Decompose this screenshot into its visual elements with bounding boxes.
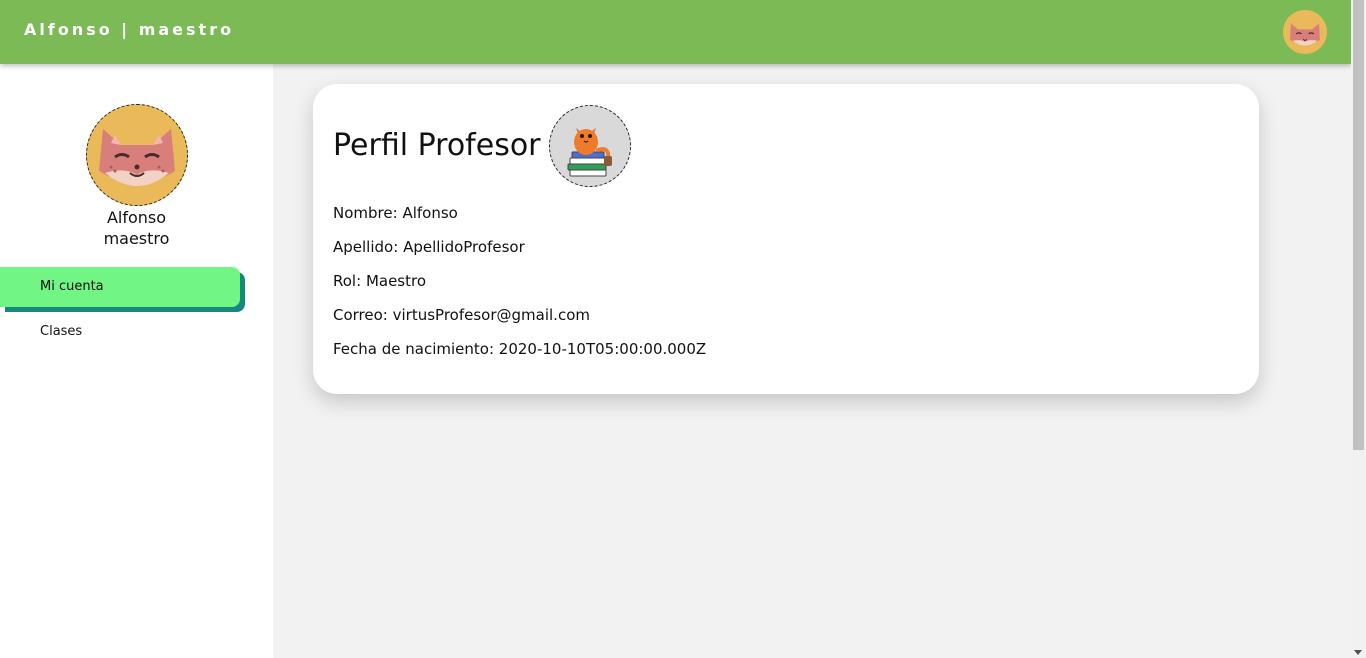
cat-avatar-icon	[87, 105, 187, 205]
field-nombre: Nombre: Alfonso	[333, 204, 458, 222]
cat-avatar-icon	[1283, 10, 1327, 54]
scroll-down-arrow-icon[interactable]	[1354, 650, 1362, 655]
sidebar-user-role: maestro	[103, 229, 170, 248]
field-label: Correo:	[333, 306, 388, 324]
field-value: Alfonso	[402, 204, 458, 222]
page-title: Perfil Profesor	[333, 128, 541, 163]
field-value: 2020-10-10T05:00:00.000Z	[498, 340, 707, 358]
sidebar-item-label: Clases	[40, 324, 83, 339]
page: Alfonso | maestro Alfonso maestro Mi cue…	[0, 0, 1366, 658]
field-label: Fecha de nacimiento:	[333, 340, 495, 358]
profile-card: Perfil Profesor Nombre: Alfonso Apellido…	[313, 84, 1259, 394]
field-correo: Correo: virtusProfesor@gmail.com	[333, 306, 590, 324]
field-value: Maestro	[365, 272, 427, 290]
sidebar-item-mi-cuenta[interactable]: Mi cuenta	[0, 267, 240, 307]
sidebar-item-label: Mi cuenta	[40, 279, 104, 294]
field-value: virtusProfesor@gmail.com	[392, 306, 590, 324]
top-bar: Alfonso | maestro	[0, 0, 1351, 64]
field-label: Rol:	[333, 272, 362, 290]
sidebar: Alfonso maestro Mi cuenta Clases	[0, 64, 273, 658]
sidebar-user-name: Alfonso maestro	[0, 207, 273, 249]
sidebar-user-first: Alfonso	[106, 208, 167, 227]
cat-with-books-icon	[550, 106, 630, 186]
app-title: Alfonso | maestro	[24, 20, 235, 39]
scrollbar-thumb[interactable]	[1353, 0, 1364, 450]
sidebar-item-clases[interactable]: Clases	[0, 312, 240, 352]
field-apellido: Apellido: ApellidoProfesor	[333, 238, 525, 256]
field-rol: Rol: Maestro	[333, 272, 426, 290]
profile-avatar	[549, 105, 631, 187]
field-label: Apellido:	[333, 238, 399, 256]
field-fecha-nacimiento: Fecha de nacimiento: 2020-10-10T05:00:00…	[333, 340, 706, 358]
user-avatar-button[interactable]	[1283, 10, 1327, 54]
field-value: ApellidoProfesor	[403, 238, 525, 256]
vertical-scrollbar[interactable]	[1351, 0, 1366, 658]
field-label: Nombre:	[333, 204, 398, 222]
sidebar-avatar	[86, 104, 188, 206]
